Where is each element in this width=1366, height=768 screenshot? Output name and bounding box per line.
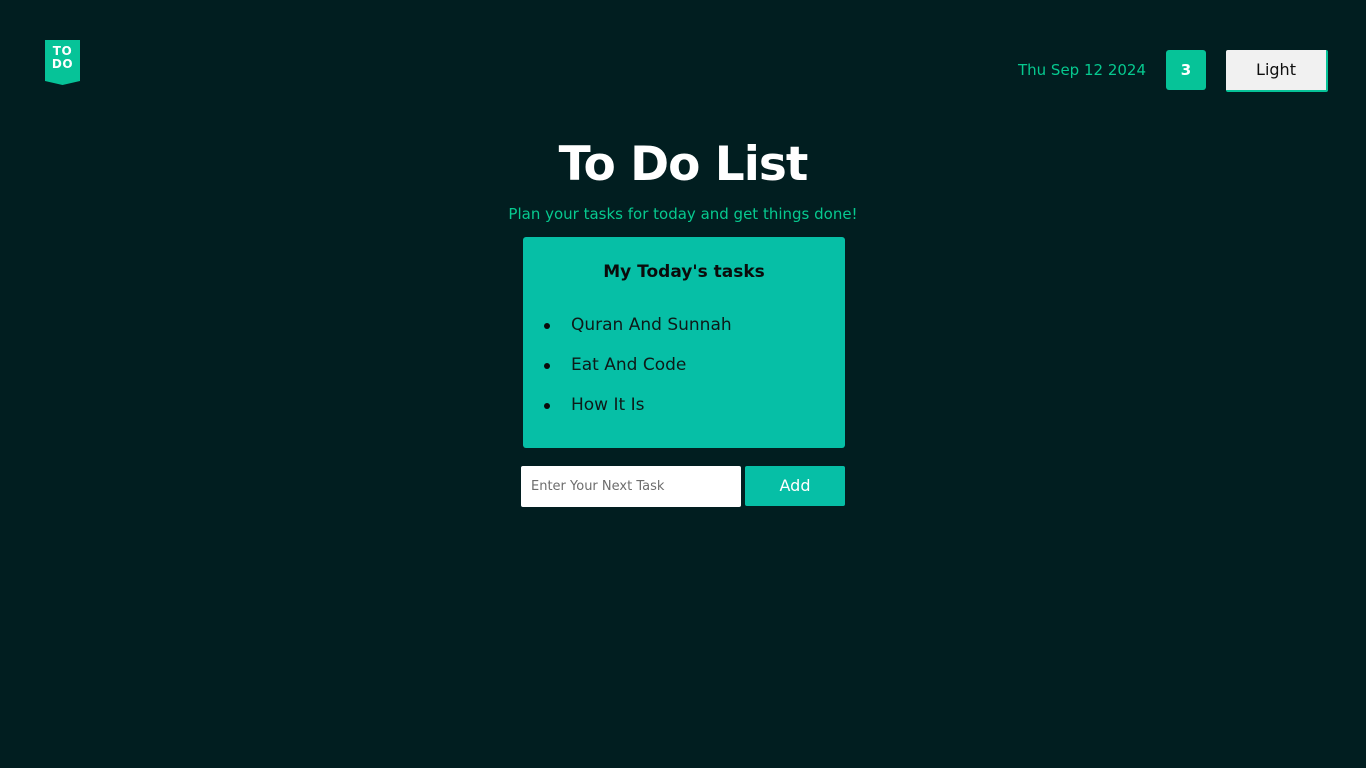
task-item-label: Quran And Sunnah bbox=[571, 315, 732, 335]
logo-text: TO DO bbox=[45, 45, 80, 71]
theme-toggle-button[interactable]: Light bbox=[1226, 50, 1328, 92]
add-task-form: Add bbox=[521, 466, 845, 507]
task-item[interactable]: Quran And Sunnah bbox=[523, 305, 732, 345]
page-subtitle: Plan your tasks for today and get things… bbox=[508, 205, 858, 223]
task-card-heading: My Today's tasks bbox=[603, 262, 765, 282]
task-item[interactable]: How It Is bbox=[523, 385, 732, 425]
task-item-label: Eat And Code bbox=[571, 355, 687, 375]
task-item-label: How It Is bbox=[571, 395, 645, 415]
page: TO DO Thu Sep 12 2024 3 Light To Do List… bbox=[0, 0, 1366, 768]
page-title: To Do List bbox=[558, 137, 809, 192]
task-card: My Today's tasks Quran And Sunnah Eat An… bbox=[523, 237, 845, 448]
task-list: Quran And Sunnah Eat And Code How It Is bbox=[523, 305, 732, 425]
logo-line-2: DO bbox=[51, 57, 74, 71]
header-controls: Thu Sep 12 2024 3 Light bbox=[1018, 50, 1328, 92]
todo-logo[interactable]: TO DO bbox=[45, 40, 80, 85]
task-item[interactable]: Eat And Code bbox=[523, 345, 732, 385]
new-task-input[interactable] bbox=[521, 466, 741, 507]
add-task-button[interactable]: Add bbox=[745, 466, 845, 506]
bullet-icon bbox=[544, 403, 550, 409]
task-count-badge: 3 bbox=[1166, 50, 1206, 90]
current-date: Thu Sep 12 2024 bbox=[1017, 61, 1146, 79]
bullet-icon bbox=[544, 363, 550, 369]
bullet-icon bbox=[544, 323, 550, 329]
